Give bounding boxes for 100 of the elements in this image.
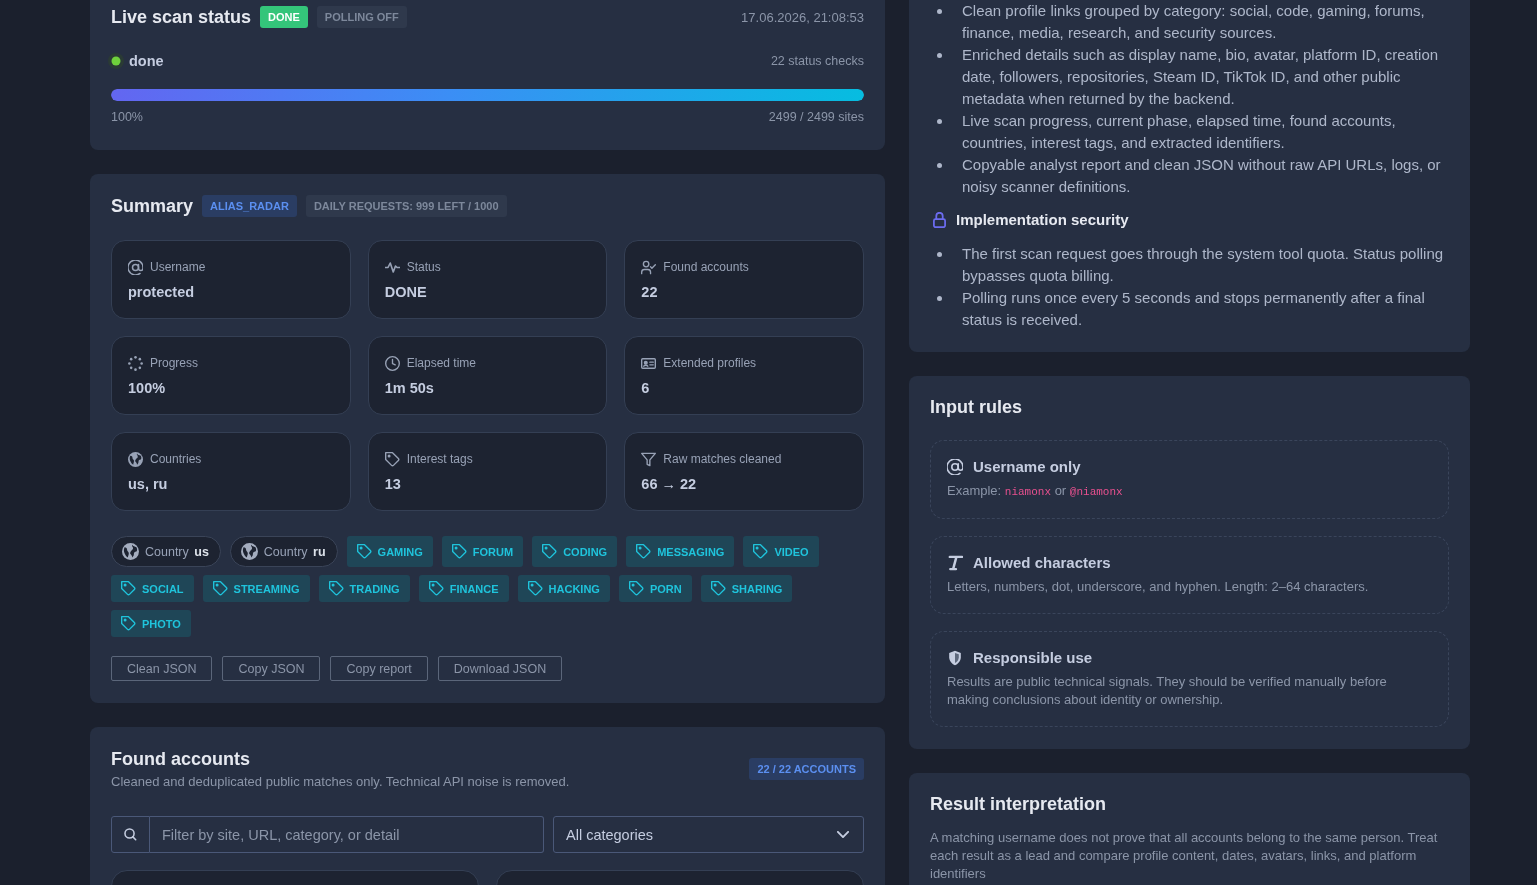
tag-icon: [628, 581, 644, 596]
at-sign-icon: [128, 259, 143, 275]
stat-label: Countries: [150, 451, 202, 467]
stat-value: 22: [641, 283, 659, 301]
copy-report-button[interactable]: Copy report: [330, 656, 428, 681]
tag-icon: [753, 544, 769, 559]
info-badge: ALIAS_RADAR: [202, 195, 297, 217]
user-check-icon: [641, 259, 657, 275]
section-title: Found accounts: [111, 748, 251, 770]
list-item-text: The first scan request goes through the system tool quota. Status polling bypasses quota billing.: [962, 244, 1445, 286]
tag-icon: [328, 581, 344, 596]
tag-icon: [710, 581, 726, 596]
subsection-title: Implementation security: [956, 210, 1129, 230]
globe-icon: [128, 451, 143, 467]
stat-value: 13: [384, 475, 402, 493]
section-title: Input rules: [930, 396, 1023, 418]
stat-value: protected: [128, 283, 196, 301]
list-item-text: Polling runs once every 5 seconds and stops permanently after a final status is received.: [962, 288, 1426, 330]
stat-value: 66 → 22: [641, 475, 698, 493]
section-title: Result interpretation: [930, 793, 1108, 815]
stat-label: Extended profiles: [663, 355, 757, 371]
status-checks: 22 status checks: [770, 53, 864, 69]
progress-percent: 100%: [111, 109, 143, 125]
tag-icon: [527, 581, 543, 596]
status-badge: POLLING OFF: [316, 6, 407, 28]
copy-json-button[interactable]: Copy JSON: [222, 656, 321, 681]
tag-label: STREAMING: [233, 582, 300, 595]
search-button[interactable]: [111, 816, 150, 853]
stat-value: 6: [641, 379, 651, 397]
stat-label: Elapsed time: [406, 355, 477, 371]
tag-label: PHOTO: [142, 617, 181, 630]
timestamp: 17.06.2026, 21:08:53: [741, 9, 864, 25]
tag-label: PORN: [649, 582, 682, 595]
chevron-down-icon: [837, 831, 849, 838]
tag-label: FINANCE: [449, 582, 499, 595]
bullet-icon: [937, 52, 942, 58]
tag-icon: [356, 544, 372, 559]
tag-label: GAMING: [377, 545, 423, 558]
stat-value: us, ru: [128, 475, 169, 493]
list-item-text: Enriched details such as display name, bio, avatar, platform ID, creation date, followers, repositories, Steam ID, TikTok ID, and other public metadata when returned by the backend.: [962, 45, 1440, 109]
stat-label: Status: [406, 259, 441, 275]
result-paragraph: A matching username does not prove that all accounts belong to the same person. Treat each result as a lead and compare profile content, dates, avatars, links, and platform identifiers: [930, 829, 1439, 883]
rule-description: Results are public technical signals. They should be verified manually before making conclusions about identity or ownership.: [947, 673, 1388, 709]
tag-label: TRADING: [349, 582, 400, 595]
tag-label: SOCIAL: [142, 582, 184, 595]
bullet-icon: [937, 8, 942, 14]
stat-value: 100%: [128, 379, 167, 397]
at-sign-icon: [947, 459, 963, 475]
stat-label: Found accounts: [663, 259, 749, 275]
tag-icon: [636, 544, 652, 559]
tag-label: HACKING: [548, 582, 600, 595]
stat-label: Progress: [150, 355, 199, 371]
tag-icon: [212, 581, 228, 596]
rule-description: Letters, numbers, dot, underscore, and hyphen. Length: 2–64 characters.: [947, 578, 1370, 596]
globe-icon: [240, 543, 258, 560]
tag-icon: [428, 581, 444, 596]
rule-title: Responsible use: [973, 648, 1093, 668]
stat-label: Username: [150, 259, 206, 275]
status-badge: DONE: [260, 6, 308, 28]
tag-icon: [542, 544, 558, 559]
tag-icon: [121, 616, 136, 631]
clock-icon: [384, 355, 400, 371]
stat-value: 1m 50s: [384, 379, 435, 397]
search-icon: [124, 828, 137, 841]
italic-t-icon: [947, 555, 963, 571]
shield-icon: [947, 650, 963, 666]
info-badge: DAILY REQUESTS: 999 LEFT / 1000: [305, 195, 507, 217]
tag-label: MESSAGING: [657, 545, 725, 558]
tag-label: CODING: [563, 545, 608, 558]
id-card-icon: [641, 355, 657, 371]
sites-count: 2499 / 2499 sites: [768, 109, 864, 125]
stat-label: Interest tags: [406, 451, 473, 467]
rule-description: Example: niamonx or @niamonx: [947, 482, 1124, 500]
category-select[interactable]: All categories: [553, 816, 864, 853]
rule-title: Username only: [973, 457, 1081, 477]
clean-json-button[interactable]: Clean JSON: [111, 656, 213, 681]
lock-icon: [933, 212, 946, 228]
globe-icon: [122, 543, 139, 560]
tag-label: VIDEO: [774, 545, 809, 558]
list-item-text: Live scan progress, current phase, elapsed time, found accounts, countries, interest tags, and extracted identifiers.: [962, 111, 1397, 153]
list-item-text: Clean profile links grouped by category: social, code, gaming, forums, finance, media, research, and security sources.: [962, 1, 1426, 43]
download-json-button[interactable]: Download JSON: [437, 656, 563, 681]
bullet-icon: [937, 251, 942, 257]
rule-title: Allowed characters: [973, 553, 1111, 573]
section-title: Summary: [111, 195, 194, 217]
section-title: Live scan status: [111, 6, 252, 28]
count-badge: 22 / 22 ACCOUNTS: [749, 758, 864, 780]
funnel-icon: [641, 451, 657, 467]
bullet-icon: [937, 118, 942, 124]
pulse-icon: [384, 259, 400, 275]
stat-value: DONE: [384, 283, 428, 301]
section-subtitle: Cleaned and deduplicated public matches only. Technical API noise is removed.: [111, 774, 570, 790]
bullet-icon: [937, 162, 942, 168]
tag-icon: [384, 451, 400, 467]
tag-label: FORUM: [472, 545, 514, 558]
tag-label: SHARING: [731, 582, 783, 595]
list-item-text: Copyable analyst report and clean JSON without raw API URLs, logs, or noisy scanner definitions.: [962, 155, 1442, 197]
search-field[interactable]: Filter by site, URL, category, or detail: [150, 816, 544, 853]
bullet-icon: [937, 295, 942, 301]
status-dot-icon: [108, 53, 124, 69]
